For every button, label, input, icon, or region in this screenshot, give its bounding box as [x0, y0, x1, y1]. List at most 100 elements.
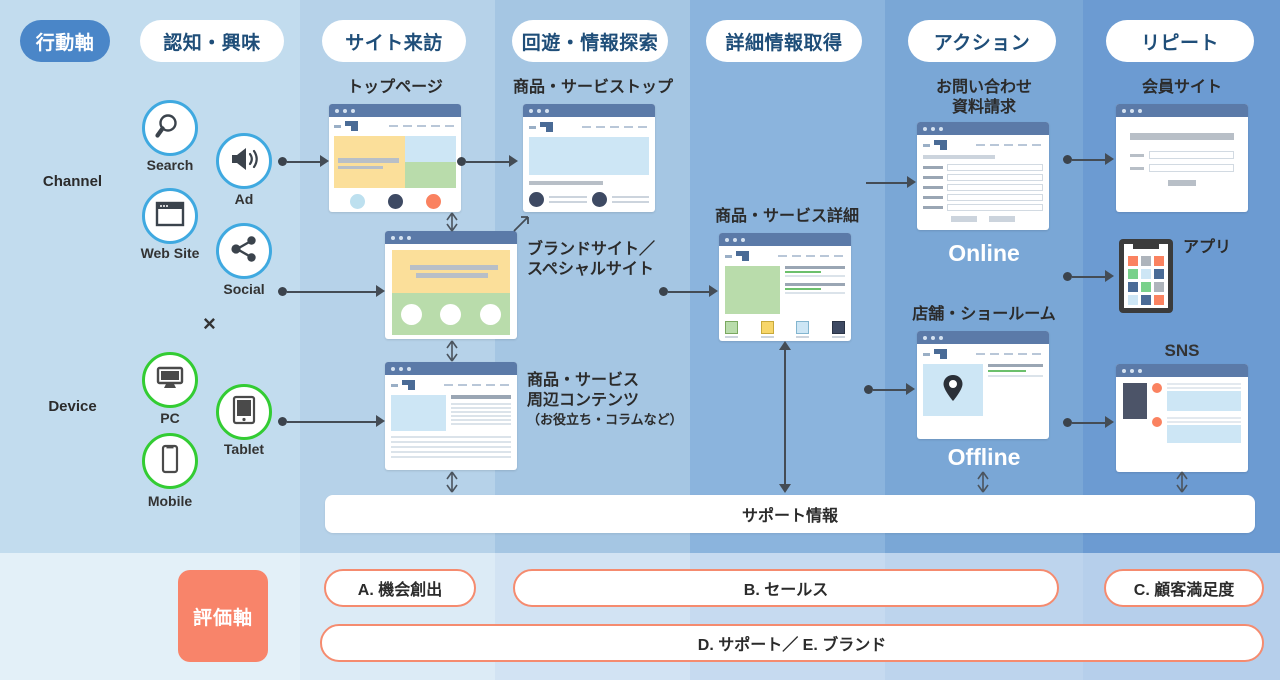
connector-dot	[278, 157, 287, 166]
top-page-mockup[interactable]	[329, 104, 461, 212]
connector-arrow	[1105, 153, 1114, 165]
vertical-double-arrow	[1173, 471, 1191, 493]
connector-line	[287, 421, 377, 423]
tablet-icon	[232, 395, 256, 430]
connector-arrow	[779, 341, 791, 350]
product-detail-mockup[interactable]	[719, 233, 851, 341]
connector-line	[873, 389, 907, 391]
eval-pill-support-brand[interactable]: D. サポート／ E. ブランド	[320, 624, 1264, 662]
connector-line	[1072, 422, 1106, 424]
connector-dot	[278, 287, 287, 296]
connector-line	[287, 161, 321, 163]
connector-line	[1072, 276, 1106, 278]
product-top-mockup[interactable]	[523, 104, 655, 212]
eval-pill-satisfaction[interactable]: C. 顧客満足度	[1104, 569, 1264, 607]
around-content-label-2: 周辺コンテンツ	[527, 392, 640, 409]
connector-arrow	[907, 176, 916, 188]
connector-dot	[457, 157, 466, 166]
connector-arrow	[906, 383, 915, 395]
app-device-icon[interactable]	[1118, 238, 1174, 319]
around-content-label-1: 商品・サービス	[527, 372, 640, 389]
share-icon	[230, 235, 258, 268]
evaluation-axis-box: 評価軸	[178, 570, 268, 662]
stage-pill-site-visit[interactable]: サイト来訪	[322, 20, 466, 62]
connector-line	[466, 161, 510, 163]
stage-pill-detail-info[interactable]: 詳細情報取得	[706, 20, 862, 62]
megaphone-icon	[229, 146, 259, 177]
connector-line	[784, 345, 786, 487]
diagonal-arrow-icon	[511, 212, 533, 239]
eval-pill-sales[interactable]: B. セールス	[513, 569, 1059, 607]
connector-dot	[278, 417, 287, 426]
map-pin-icon	[942, 374, 964, 407]
search-chip[interactable]	[142, 100, 198, 156]
browser-icon	[155, 201, 185, 232]
around-content-mockup[interactable]	[385, 362, 517, 470]
connector-line	[668, 291, 710, 293]
tablet-label: Tablet	[223, 441, 265, 457]
around-content-note: （お役立ち・コラムなど）	[527, 412, 683, 427]
pc-label: PC	[160, 410, 180, 426]
ad-chip[interactable]	[216, 133, 272, 189]
vertical-double-arrow	[443, 212, 461, 232]
eval-pill-opportunity[interactable]: A. 機会創出	[324, 569, 476, 607]
mobile-label: Mobile	[147, 493, 193, 509]
product-top-label: 商品・サービストップ	[512, 79, 673, 96]
offline-label: Offline	[947, 444, 1021, 470]
connector-arrow	[1105, 270, 1114, 282]
connector-arrow	[509, 155, 518, 167]
connector-dot	[1063, 155, 1072, 164]
website-label: Web Site	[140, 245, 200, 261]
support-info-bar[interactable]: サポート情報	[325, 495, 1255, 533]
member-site-mockup[interactable]	[1116, 104, 1248, 212]
stage-pill-exploration[interactable]: 回遊・情報探索	[512, 20, 668, 62]
brand-site-mockup[interactable]	[385, 231, 517, 339]
contact-form-mockup[interactable]	[917, 122, 1049, 230]
connector-arrow	[376, 415, 385, 427]
store-showroom-mockup[interactable]	[917, 331, 1049, 439]
connector-arrow	[779, 484, 791, 493]
store-showroom-label: 店舗・ショールーム	[912, 306, 1056, 323]
social-chip[interactable]	[216, 223, 272, 279]
vertical-double-arrow	[443, 340, 461, 362]
pc-chip[interactable]	[142, 352, 198, 408]
brand-site-label: ブランドサイト／ スペシャルサイト	[527, 241, 656, 278]
connector-arrow	[1105, 416, 1114, 428]
connector-dot	[1063, 418, 1072, 427]
stage-pill-awareness[interactable]: 認知・興味	[140, 20, 284, 62]
product-detail-label: 商品・サービス詳細	[714, 208, 859, 225]
connector-arrow	[376, 285, 385, 297]
member-site-label: 会員サイト	[1141, 79, 1222, 96]
app-label: アプリ	[1183, 239, 1232, 256]
row-label-device: Device	[48, 398, 97, 415]
mobile-chip[interactable]	[142, 433, 198, 489]
stage-pill-repeat[interactable]: リピート	[1106, 20, 1254, 62]
sns-mockup[interactable]	[1116, 364, 1248, 472]
cross-symbol: ×	[203, 311, 216, 336]
ad-label: Ad	[234, 191, 254, 207]
top-page-label: トップページ	[347, 79, 443, 96]
mobile-icon	[160, 444, 180, 479]
connector-arrow	[320, 155, 329, 167]
contact-label-1: お問い合わせ	[935, 79, 1032, 96]
search-icon	[155, 111, 185, 146]
connector-dot	[659, 287, 668, 296]
desktop-icon	[155, 365, 185, 396]
vertical-double-arrow	[443, 471, 461, 493]
connector-arrow	[709, 285, 718, 297]
row-label-channel: Channel	[42, 173, 103, 190]
online-label: Online	[948, 240, 1020, 266]
tablet-chip[interactable]	[216, 384, 272, 440]
contact-label-2: 資料請求	[951, 99, 1016, 116]
connector-line	[866, 182, 908, 184]
connector-line	[1072, 159, 1106, 161]
search-label: Search	[146, 157, 194, 173]
connector-dot	[864, 385, 873, 394]
website-chip[interactable]	[142, 188, 198, 244]
sns-label: SNS	[1164, 341, 1200, 360]
journey-map-diagram: 行動軸 認知・興味 サイト来訪 回遊・情報探索 詳細情報取得 アクション リピー…	[0, 0, 1280, 680]
vertical-double-arrow	[974, 471, 992, 493]
connector-line	[287, 291, 377, 293]
behavior-axis-pill: 行動軸	[20, 20, 110, 62]
stage-pill-action[interactable]: アクション	[908, 20, 1056, 62]
